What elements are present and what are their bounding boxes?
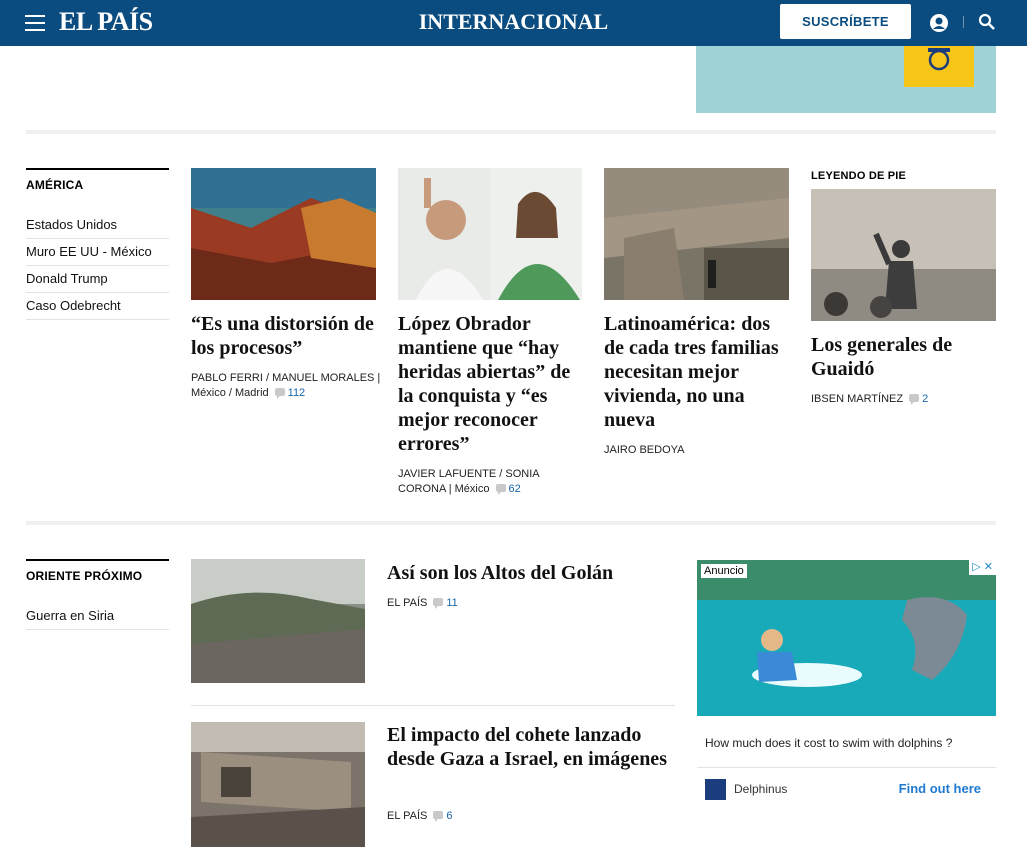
comment-count[interactable]: 11 bbox=[446, 597, 457, 609]
oriente-heading[interactable]: ORIENTE PRÓXIMO bbox=[26, 559, 169, 589]
article-byline: EL PAÍS 6 bbox=[387, 809, 587, 824]
article-headline[interactable]: Así son los Altos del Golán bbox=[387, 561, 677, 585]
byline-text: PABLO FERRI / MANUEL MORALES | México / … bbox=[191, 372, 381, 399]
article-divider bbox=[191, 705, 675, 706]
ad-cta-link[interactable]: Find out here bbox=[899, 781, 981, 796]
byline-text: JAIRO BEDOYA bbox=[604, 444, 685, 456]
article-image-golan[interactable] bbox=[191, 559, 365, 683]
nav-link-guerra-siria[interactable]: Guerra en Siria bbox=[26, 603, 169, 630]
article-image-painting[interactable] bbox=[191, 168, 376, 300]
nav-link-odebrecht[interactable]: Caso Odebrecht bbox=[26, 293, 169, 320]
byline-text: IBSEN MARTÍNEZ bbox=[811, 393, 904, 405]
article-headline[interactable]: “Es una distorsión de los procesos” bbox=[191, 312, 381, 360]
america-links: Estados Unidos Muro EE UU - México Donal… bbox=[26, 212, 169, 320]
comment-icon bbox=[274, 388, 285, 399]
sidebar-advertisement[interactable]: Anuncio ▷ ✕ How much does it cost to swi… bbox=[697, 560, 996, 800]
article-image-guaido[interactable] bbox=[811, 189, 996, 321]
user-icon[interactable] bbox=[929, 13, 949, 33]
article-headline[interactable]: El impacto del cohete lanzado desde Gaza… bbox=[387, 723, 677, 771]
article-byline: IBSEN MARTÍNEZ 2 bbox=[811, 392, 996, 407]
comment-icon bbox=[909, 394, 920, 405]
search-icon[interactable] bbox=[978, 13, 996, 31]
article-byline: PABLO FERRI / MANUEL MORALES | México / … bbox=[191, 371, 381, 401]
comment-count[interactable]: 6 bbox=[446, 810, 452, 822]
comment-icon bbox=[433, 811, 444, 822]
nav-link-muro[interactable]: Muro EE UU - México bbox=[26, 239, 169, 266]
article-byline: EL PAÍS 11 bbox=[387, 596, 587, 611]
article-headline[interactable]: Latinoamérica: dos de cada tres familias… bbox=[604, 312, 794, 432]
section-divider bbox=[26, 521, 996, 525]
post-horn-logo-icon bbox=[904, 46, 974, 87]
oriente-links: Guerra en Siria bbox=[26, 603, 169, 630]
article-image-rocket[interactable] bbox=[191, 722, 365, 847]
article-byline: JAVIER LAFUENTE / SONIA CORONA | México 6… bbox=[398, 467, 568, 497]
ad-text[interactable]: How much does it cost to swim with dolph… bbox=[705, 736, 952, 750]
comment-count[interactable]: 2 bbox=[922, 393, 928, 405]
comment-count[interactable]: 62 bbox=[509, 483, 521, 495]
article-image-portraits[interactable] bbox=[398, 168, 582, 300]
comment-icon bbox=[495, 484, 506, 495]
article-kicker[interactable]: LEYENDO DE PIE bbox=[811, 170, 906, 182]
america-heading[interactable]: AMÉRICA bbox=[26, 168, 169, 198]
ad-brand-logo bbox=[705, 779, 726, 800]
comment-icon bbox=[433, 598, 444, 609]
article-byline: JAIRO BEDOYA bbox=[604, 443, 789, 458]
nav-link-estados-unidos[interactable]: Estados Unidos bbox=[26, 212, 169, 239]
section-divider bbox=[26, 130, 996, 134]
ad-divider bbox=[697, 767, 996, 768]
top-bar: EL PAÍS INTERNACIONAL SUSCRÍBETE bbox=[0, 0, 1027, 46]
byline-text: EL PAÍS bbox=[387, 810, 428, 822]
ad-label: Anuncio bbox=[701, 564, 747, 578]
article-headline[interactable]: López Obrador mantiene que “hay heridas … bbox=[398, 312, 588, 456]
ad-close-icon[interactable]: ▷ ✕ bbox=[969, 560, 996, 575]
ad-image-dolphin[interactable]: Anuncio ▷ ✕ bbox=[697, 560, 996, 716]
byline-text: EL PAÍS bbox=[387, 597, 428, 609]
top-advertisement[interactable] bbox=[696, 46, 996, 113]
article-headline[interactable]: Los generales de Guaidó bbox=[811, 333, 1001, 381]
header-separator bbox=[963, 16, 964, 28]
nav-link-donald-trump[interactable]: Donald Trump bbox=[26, 266, 169, 293]
article-image-housing[interactable] bbox=[604, 168, 789, 300]
oriente-nav: ORIENTE PRÓXIMO Guerra en Siria bbox=[26, 559, 169, 630]
comment-count[interactable]: 112 bbox=[288, 387, 306, 399]
ad-brand[interactable]: Delphinus bbox=[734, 782, 787, 796]
america-nav: AMÉRICA Estados Unidos Muro EE UU - Méxi… bbox=[26, 168, 169, 320]
subscribe-button[interactable]: SUSCRÍBETE bbox=[780, 4, 911, 39]
